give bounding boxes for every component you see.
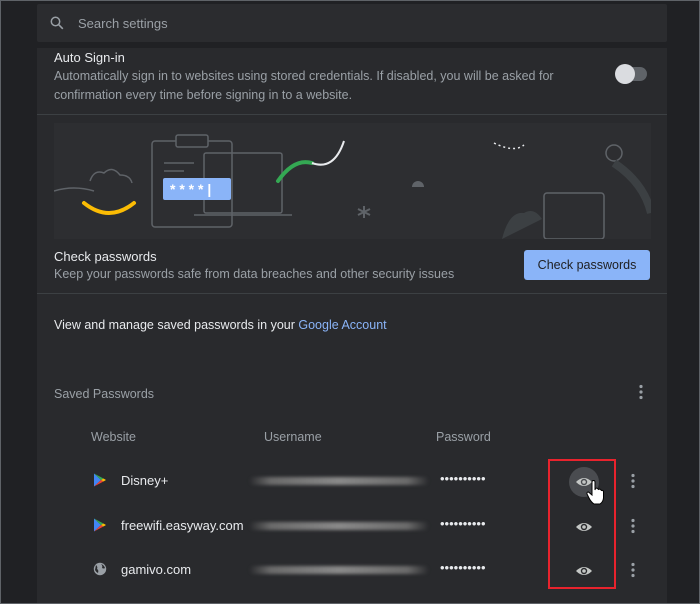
column-header-website: Website xyxy=(91,430,136,444)
password-field-text: * * * * | xyxy=(170,181,211,197)
check-passwords-title: Check passwords xyxy=(54,249,157,264)
play-store-icon xyxy=(94,518,106,532)
password-masked: •••••••••• xyxy=(440,560,486,575)
google-account-link[interactable]: Google Account xyxy=(298,318,386,332)
eye-icon xyxy=(576,567,592,575)
site-name: gamivo.com xyxy=(121,562,192,577)
password-masked: •••••••••• xyxy=(440,471,486,486)
search-bar[interactable] xyxy=(37,4,667,42)
toggle-knob xyxy=(615,64,635,84)
username-blurred xyxy=(249,522,429,530)
play-store-icon xyxy=(94,473,106,487)
auto-signin-toggle[interactable] xyxy=(615,64,647,84)
autofill-passwords-card: Auto Sign-in Automatically sign in to we… xyxy=(37,48,667,604)
password-row: gamivo.com •••••••••• xyxy=(37,548,667,592)
eye-icon xyxy=(576,523,592,531)
search-icon xyxy=(50,16,64,30)
manage-passwords-text: View and manage saved passwords in your … xyxy=(54,318,387,332)
site-name: freewifi.easyway.com xyxy=(121,518,244,533)
check-passwords-button[interactable]: Check passwords xyxy=(524,250,650,280)
divider xyxy=(37,114,667,115)
show-password-button[interactable] xyxy=(569,512,599,542)
username-blurred xyxy=(249,477,429,485)
show-password-button[interactable] xyxy=(569,556,599,586)
saved-passwords-title: Saved Passwords xyxy=(54,387,155,401)
more-vert-icon[interactable] xyxy=(631,382,651,402)
manage-passwords-label: View and manage saved passwords in your xyxy=(54,318,299,332)
password-row: Disney+ •••••••••• xyxy=(37,459,667,503)
check-passwords-illustration: * * * * | xyxy=(54,123,651,239)
search-input[interactable] xyxy=(78,15,578,31)
divider xyxy=(37,293,667,294)
password-row: freewifi.easyway.com •••••••••• xyxy=(37,504,667,548)
more-vert-icon[interactable] xyxy=(623,471,643,491)
site-name: Disney+ xyxy=(121,473,169,488)
column-header-password: Password xyxy=(436,430,491,444)
globe-icon xyxy=(93,562,107,576)
check-passwords-description: Keep your passwords safe from data breac… xyxy=(54,267,455,281)
column-header-username: Username xyxy=(264,430,322,444)
auto-signin-title: Auto Sign-in xyxy=(54,50,125,65)
auto-signin-description: Automatically sign in to websites using … xyxy=(54,69,554,102)
hand-cursor-icon xyxy=(586,480,604,505)
username-blurred xyxy=(249,566,429,574)
more-vert-icon[interactable] xyxy=(623,516,643,536)
password-masked: •••••••••• xyxy=(440,516,486,531)
more-vert-icon[interactable] xyxy=(623,560,643,580)
